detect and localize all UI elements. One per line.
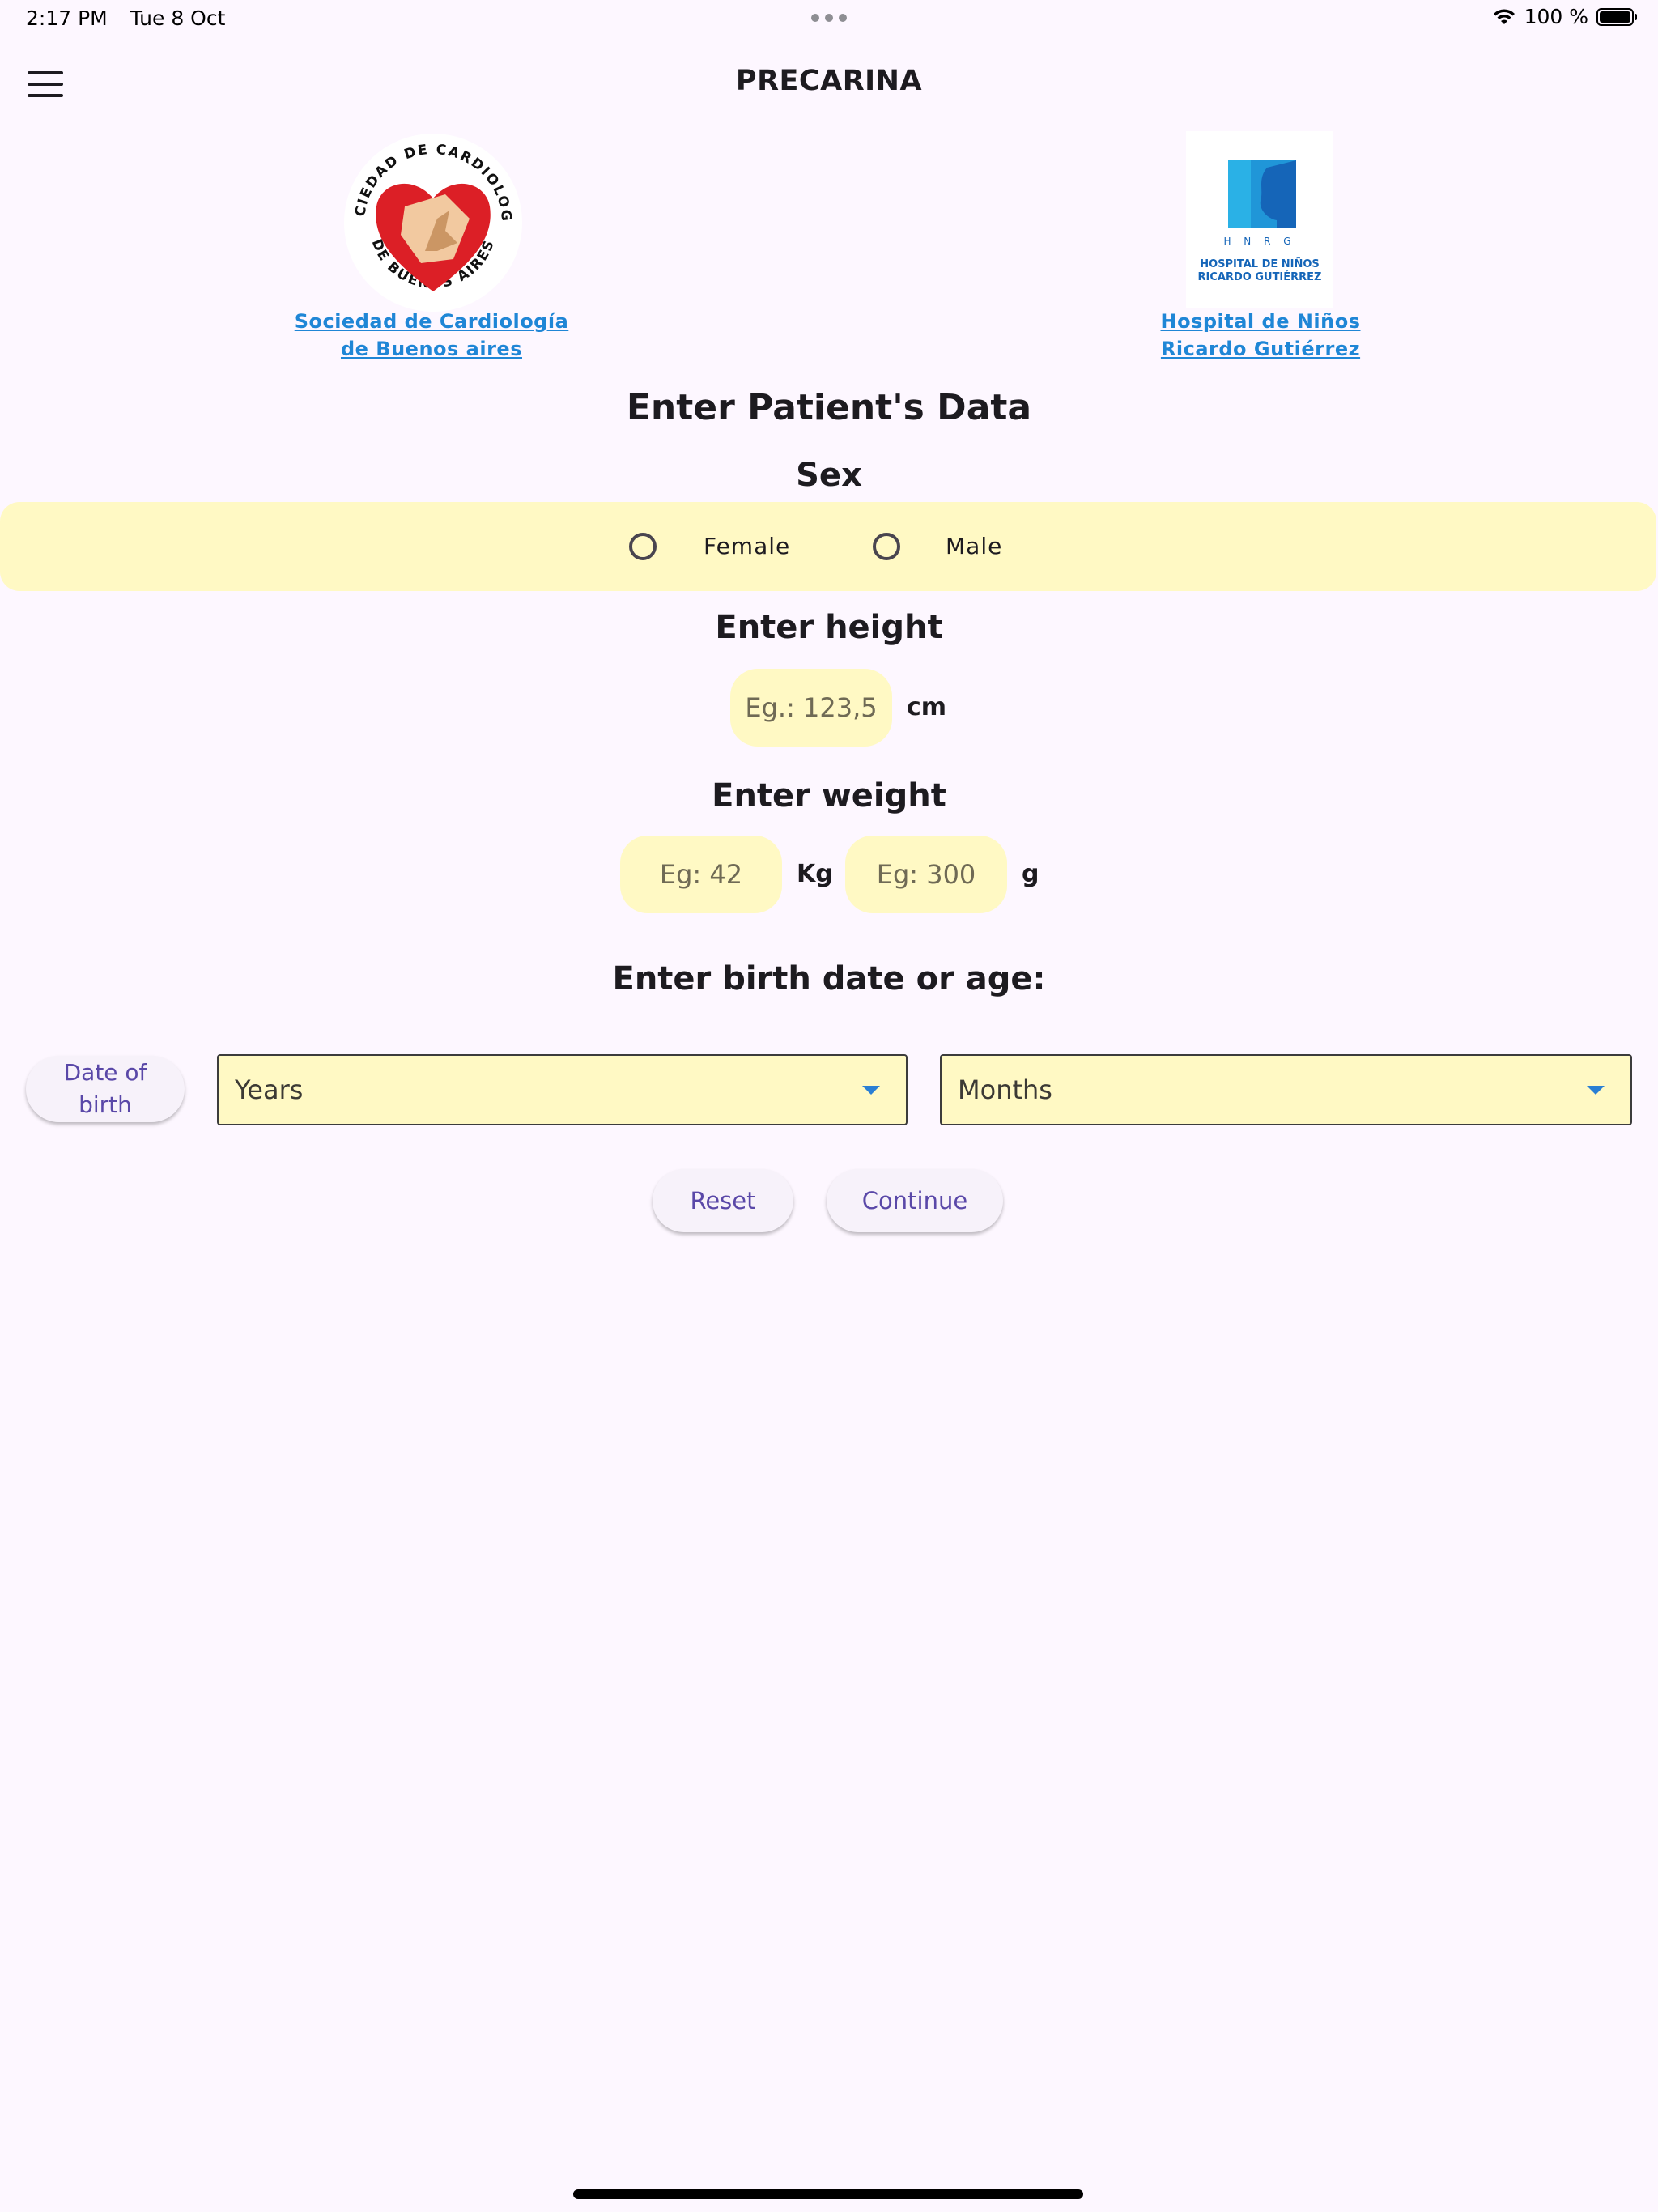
months-dropdown-label: Months (958, 1074, 1052, 1105)
continue-button[interactable]: Continue (827, 1169, 1003, 1232)
dropdown-caret-icon (1587, 1085, 1605, 1095)
sex-selector (0, 502, 1656, 591)
date-of-birth-button[interactable]: Date of birth (26, 1056, 185, 1122)
svg-text:H N R G: H N R G (1223, 236, 1295, 247)
years-dropdown-label: Years (235, 1074, 304, 1105)
form-title: Enter Patient's Data (626, 387, 1032, 428)
status-time: 2:17 PM (26, 6, 108, 30)
status-bar-left: 2:17 PM Tue 8 Oct (26, 6, 241, 30)
multitasking-dots-icon[interactable] (811, 8, 847, 28)
hnrg-link[interactable]: Hospital de Niños Ricardo Gutiérrez (1101, 308, 1420, 363)
app-title: PRECARINA (735, 65, 923, 97)
female-label[interactable]: Female (704, 533, 790, 559)
female-radio[interactable] (629, 533, 657, 560)
sca-link[interactable]: Sociedad de Cardiología de Buenos aires (267, 308, 596, 363)
status-date: Tue 8 Oct (130, 6, 226, 30)
battery-percent: 100 % (1524, 5, 1588, 28)
battery-icon (1596, 7, 1637, 26)
wifi-icon (1493, 8, 1515, 24)
weight-kg-input[interactable] (620, 836, 782, 913)
years-dropdown[interactable]: Years (217, 1054, 908, 1125)
weight-g-input[interactable] (845, 836, 1007, 913)
sca-link-line2: de Buenos aires (340, 338, 522, 360)
height-unit: cm (907, 693, 947, 721)
home-indicator[interactable] (573, 2189, 1083, 2199)
date-of-birth-label-line2: birth (79, 1091, 132, 1118)
sca-logo[interactable]: SOCIEDAD DE CARDIOLOGIA DE BUENOS AIRES (340, 130, 526, 316)
weight-kg-unit: Kg (797, 860, 833, 888)
weight-heading: Enter weight (712, 777, 946, 815)
height-input[interactable] (730, 669, 892, 747)
sca-link-line1: Sociedad de Cardiología (294, 310, 569, 333)
dropdown-caret-icon (862, 1085, 880, 1095)
male-radio[interactable] (873, 533, 900, 560)
birth-heading: Enter birth date or age: (612, 960, 1046, 998)
sex-heading: Sex (796, 457, 862, 494)
hnrg-link-line1: Hospital de Niños (1160, 310, 1361, 333)
svg-text:HOSPITAL DE NIÑOS: HOSPITAL DE NIÑOS (1200, 257, 1320, 270)
hnrg-link-line2: Ricardo Gutiérrez (1160, 338, 1361, 360)
months-dropdown[interactable]: Months (940, 1054, 1632, 1125)
hnrg-logo[interactable]: H N R G HOSPITAL DE NIÑOS RICARDO GUTIÉR… (1186, 131, 1333, 308)
male-label[interactable]: Male (946, 533, 1002, 559)
date-of-birth-label-line1: Date of (63, 1059, 147, 1086)
weight-g-unit: g (1022, 860, 1039, 888)
height-heading: Enter height (715, 609, 943, 646)
status-bar-right: 100 % (1492, 5, 1637, 28)
reset-button[interactable]: Reset (653, 1169, 793, 1232)
svg-text:RICARDO GUTIÉRREZ: RICARDO GUTIÉRREZ (1198, 270, 1322, 283)
